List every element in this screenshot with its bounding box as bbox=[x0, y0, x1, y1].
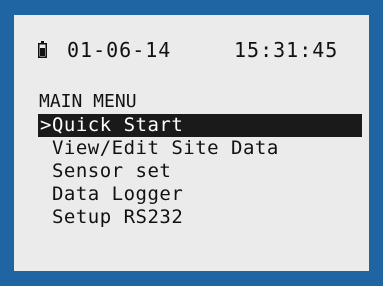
status-bar: 01-06-14 15:31:45 bbox=[38, 39, 358, 61]
device-bezel: 01-06-14 15:31:45 MAIN MENU >Quick Start… bbox=[0, 0, 383, 286]
menu-item-sensor-set[interactable]: Sensor set bbox=[38, 160, 362, 183]
time-display: 15:31:45 bbox=[234, 38, 339, 62]
menu-item-quick-start[interactable]: >Quick Start bbox=[38, 114, 362, 137]
menu-item-view-edit-site-data[interactable]: View/Edit Site Data bbox=[38, 137, 362, 160]
main-menu: >Quick Start View/Edit Site Data Sensor … bbox=[38, 114, 362, 229]
battery-icon bbox=[38, 41, 47, 58]
menu-item-setup-rs232[interactable]: Setup RS232 bbox=[38, 206, 362, 229]
date-display: 01-06-14 bbox=[67, 38, 172, 62]
menu-title: MAIN MENU bbox=[39, 91, 137, 112]
lcd-screen: 01-06-14 15:31:45 MAIN MENU >Quick Start… bbox=[14, 15, 369, 271]
menu-item-data-logger[interactable]: Data Logger bbox=[38, 183, 362, 206]
